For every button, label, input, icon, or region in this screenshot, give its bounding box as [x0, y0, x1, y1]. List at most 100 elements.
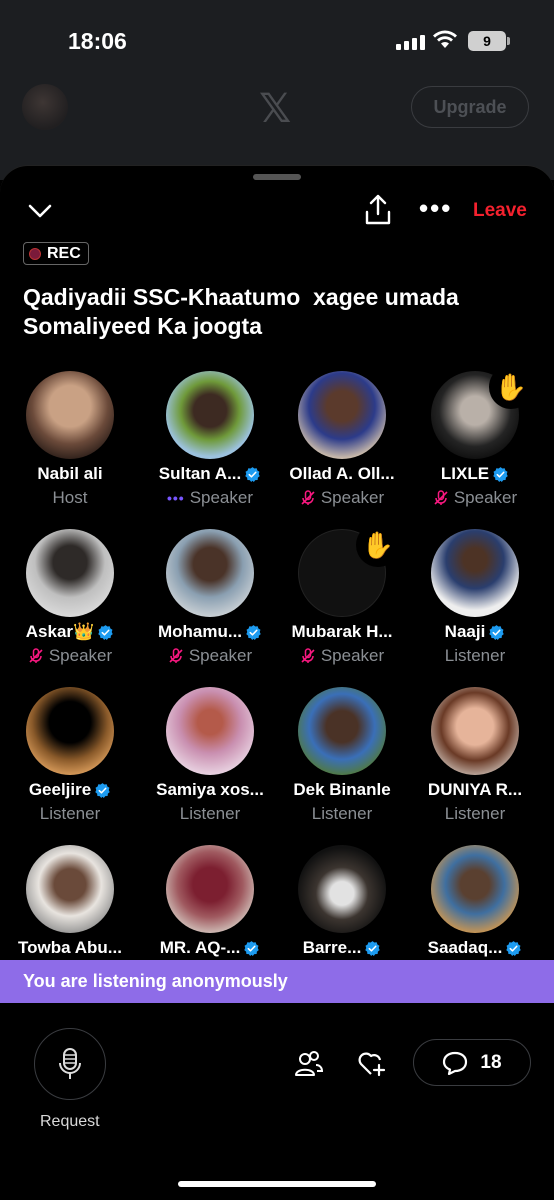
mic-off-icon [434, 490, 448, 505]
participant-role-text: Speaker [188, 646, 253, 665]
participant-name: Geeljire [0, 780, 140, 800]
participant-role-text: Host [52, 488, 88, 507]
participant-role: Speaker [272, 488, 412, 508]
participant-name: Dek Binanle [272, 780, 412, 800]
rec-label: REC [47, 244, 81, 262]
mic-off-icon [301, 648, 315, 663]
participant-name: Naaji [405, 622, 545, 642]
participant-name-text: Sultan A... [158, 464, 242, 483]
home-indicator[interactable] [178, 1181, 376, 1187]
avatar[interactable] [431, 687, 519, 775]
verified-icon [95, 782, 110, 798]
sheet-grabber[interactable] [253, 174, 301, 180]
participant-name-text: Geeljire [28, 780, 92, 799]
verified-icon [506, 940, 522, 956]
avatar[interactable] [298, 845, 386, 933]
verified-icon [493, 466, 508, 482]
participant-name-text: Saadaq... [427, 938, 503, 957]
participant-role: Listener [140, 804, 280, 824]
participant-role-text: Listener [39, 804, 101, 823]
avatar[interactable] [26, 687, 114, 775]
avatar[interactable] [26, 371, 114, 459]
avatar[interactable] [298, 687, 386, 775]
people-icon[interactable] [295, 1051, 323, 1077]
avatar[interactable] [166, 845, 254, 933]
verified-icon [245, 466, 260, 482]
avatar[interactable] [431, 845, 519, 933]
request-button[interactable] [34, 1028, 106, 1100]
participant-name: Nabil ali [0, 464, 140, 484]
verified-icon [244, 940, 260, 956]
raised-hand-icon: ✋ [489, 365, 533, 409]
participant-name-text: Towba Abu... [18, 938, 122, 957]
participant-role: Host [0, 488, 140, 508]
upgrade-button: Upgrade [411, 86, 529, 128]
avatar[interactable] [26, 845, 114, 933]
anonymous-listening-banner: You are listening anonymously [0, 960, 554, 1003]
comments-button[interactable]: 18 [413, 1039, 531, 1086]
participant-name: Askar👑 [0, 622, 140, 642]
participant-role: Listener [272, 804, 412, 824]
participant-name-text: MR. AQ-... [159, 938, 241, 957]
participant-name: Mohamu... [140, 622, 280, 642]
record-dot-icon [29, 247, 41, 260]
participant-name-text: LIXLE [440, 464, 490, 483]
avatar[interactable] [431, 529, 519, 617]
status-time: 18:06 [68, 28, 127, 54]
speaking-indicator-icon: ••• [166, 490, 185, 506]
mic-off-icon [29, 648, 43, 663]
avatar[interactable] [166, 529, 254, 617]
participant-name: Mubarak H... [272, 622, 412, 642]
verified-icon [489, 624, 505, 640]
participant-role: Listener [405, 646, 545, 666]
comment-count: 18 [480, 1051, 502, 1073]
participant-role-text: Listener [444, 804, 506, 823]
participant-role: Listener [405, 804, 545, 824]
participant-role: Speaker [405, 488, 545, 508]
participant-role: Listener [0, 804, 140, 824]
share-icon[interactable] [364, 192, 392, 226]
participant-name-text: Mubarak H... [291, 622, 393, 641]
battery-tip [507, 37, 510, 45]
participant-name: Samiya xos... [140, 780, 280, 800]
chevron-down-icon[interactable] [26, 200, 54, 222]
comment-icon [443, 1051, 468, 1075]
more-icon[interactable]: ••• [419, 195, 452, 221]
verified-icon [365, 940, 381, 956]
raised-hand-icon: ✋ [356, 523, 400, 567]
mic-off-icon [301, 490, 315, 505]
avatar[interactable] [166, 687, 254, 775]
participant-name: Barre... [272, 938, 412, 958]
avatar[interactable] [166, 371, 254, 459]
avatar[interactable] [298, 371, 386, 459]
space-title: Qadiyadii SSC-Khaatumo xagee umada Somal… [23, 284, 459, 339]
avatar[interactable] [26, 529, 114, 617]
leave-button[interactable]: Leave [473, 200, 527, 222]
participant-name-text: Samiya xos... [156, 780, 264, 799]
battery-indicator: 9 [468, 31, 506, 51]
microphone-icon [59, 1048, 81, 1079]
participant-role: Speaker [140, 646, 280, 666]
participant-name: Sultan A... [140, 464, 280, 484]
participant-role-text: Speaker [189, 488, 254, 507]
request-label: Request [40, 1113, 100, 1130]
participant-role-text: Listener [444, 646, 506, 665]
participant-role: ••• Speaker [140, 488, 280, 508]
profile-avatar [22, 84, 68, 130]
verified-icon [98, 624, 113, 640]
participant-name-text: Askar👑 [25, 622, 95, 641]
participant-name-text: Nabil ali [37, 464, 103, 483]
heart-plus-icon[interactable] [358, 1051, 388, 1077]
participant-role-text: Listener [311, 804, 373, 823]
x-logo-icon: 𝕏 [259, 86, 292, 132]
participant-name: Ollad A. Oll... [272, 464, 412, 484]
recording-badge: REC [23, 242, 89, 265]
participant-name-text: Mohamu... [157, 622, 243, 641]
participant-name: DUNIYA R... [405, 780, 545, 800]
space-sheet: ••• Leave REC Qadiyadii SSC-Khaatumo xag… [0, 165, 554, 1200]
participant-name: Towba Abu... [0, 938, 140, 958]
participant-role-text: Speaker [320, 646, 385, 665]
participant-name-text: Naaji [444, 622, 486, 641]
status-bar: 18:06 9 [0, 0, 554, 80]
participant-role: Speaker [272, 646, 412, 666]
